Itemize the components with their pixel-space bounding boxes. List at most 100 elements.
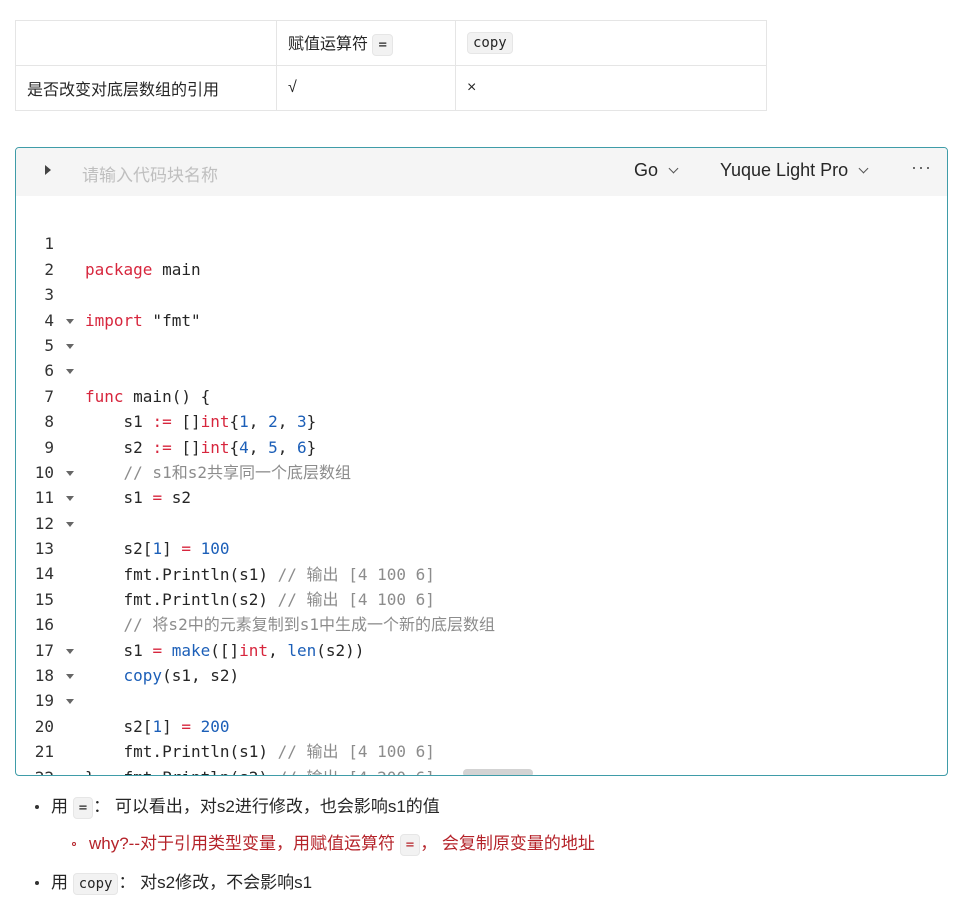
operator-token: = <box>152 488 163 508</box>
note-text: 用 <box>51 797 68 816</box>
inline-code: copy <box>72 873 119 895</box>
code-token: main <box>152 259 201 279</box>
code-line: 1 package main <box>16 206 200 278</box>
code-token: , <box>277 412 297 432</box>
horizontal-scrollbar[interactable] <box>463 769 533 775</box>
operator-token: = <box>181 539 191 559</box>
table-cell[interactable] <box>15 20 277 66</box>
code-token: , <box>248 412 269 432</box>
cell-value: √ <box>288 79 297 96</box>
code-token: fmt.Println(s1) <box>85 742 278 762</box>
comment-token: // 输出 [4 100 6] <box>277 742 435 762</box>
code-block-header: 请输入代码块名称 Go Yuque Light Pro ··· <box>16 148 947 196</box>
code-token: { <box>229 412 240 432</box>
type-token: int <box>200 412 230 432</box>
code-token: s2[ <box>85 539 153 559</box>
code-line: 15 // 将s2中的元素复制到s1中生成一个新的底层数组 <box>16 561 495 634</box>
table-cell[interactable]: 是否改变对底层数组的引用 <box>15 65 277 111</box>
fold-arrow-icon[interactable] <box>66 470 74 476</box>
operator-token: := <box>152 412 172 432</box>
table-cell[interactable]: copy <box>455 20 767 66</box>
code-token: fmt.Println(s2) <box>85 768 278 775</box>
code-line: 7 s2 := []int{4, 5, 6} <box>16 358 316 457</box>
code-token: ] <box>162 539 182 559</box>
fold-arrow-icon[interactable] <box>66 369 74 375</box>
code-token: , <box>268 640 288 660</box>
table-cell[interactable]: √ <box>276 65 456 111</box>
number-token: 4 <box>239 437 249 457</box>
fold-arrow-icon[interactable] <box>66 521 74 527</box>
operator-token: := <box>152 437 172 457</box>
code-line: 14 <box>16 536 93 583</box>
code-token: [] <box>171 412 201 432</box>
number-token: 3 <box>296 412 307 432</box>
header-assign-label: 赋值运算符 <box>288 36 369 53</box>
bullet-dot-icon <box>35 805 39 809</box>
code-line: 5 func main() { <box>16 308 210 406</box>
list-item: 用 =： 可以看出，对s2进行修改，也会影响s1的值 <box>51 795 440 819</box>
fold-arrow-icon[interactable] <box>66 674 74 680</box>
table-row: 是否改变对底层数组的引用 √ × <box>15 65 767 111</box>
code-token: s1 <box>85 412 153 432</box>
fold-arrow-icon[interactable] <box>66 496 74 502</box>
number-token: 1 <box>152 716 163 736</box>
code-line: 9 // s1和s2共享同一个底层数组 <box>16 409 351 482</box>
builtin-token: make <box>171 640 211 660</box>
inline-code: copy <box>467 32 513 54</box>
theme-select[interactable]: Yuque Light Pro <box>720 160 869 181</box>
code-token: s2 <box>162 488 191 508</box>
code-line: 20 fmt.Println(s2) // 输出 [4 200 6] <box>16 688 435 775</box>
theme-label: Yuque Light Pro <box>720 160 849 180</box>
code-line: 2 <box>16 231 93 279</box>
code-token: } <box>306 437 317 457</box>
chevron-down-icon <box>858 163 869 174</box>
fold-arrow-icon[interactable] <box>66 318 74 324</box>
table-cell[interactable]: × <box>455 65 767 111</box>
code-token: [] <box>171 437 201 457</box>
code-line: 12 fmt.Println(s1) // 输出 [4 100 6] <box>16 485 435 584</box>
code-block: 请输入代码块名称 Go Yuque Light Pro ··· 1 packag… <box>15 147 948 776</box>
code-token: fmt.Println(s1) <box>85 564 278 584</box>
code-line: 17 copy(s1, s2) <box>16 612 239 685</box>
code-token: s1 <box>85 640 153 660</box>
code-line: 16 s1 = make([]int, len(s2)) <box>16 587 365 659</box>
fold-arrow-icon[interactable] <box>66 648 74 654</box>
code-token: s2 <box>85 437 153 457</box>
builtin-token: copy <box>123 666 163 686</box>
code-token: main() { <box>123 386 211 406</box>
chevron-down-icon <box>668 163 679 174</box>
fold-arrow-icon[interactable] <box>66 699 74 705</box>
code-line: 10 s1 = s2 <box>16 435 191 507</box>
table-header-row: 赋值运算符 = copy <box>15 20 767 66</box>
type-token: int <box>200 437 230 457</box>
caret-right-icon[interactable] <box>45 165 51 175</box>
inline-code: = <box>372 34 393 56</box>
list-item: 用 copy： 对s2修改，不会影响s1 <box>51 871 312 895</box>
comment-token: // 将s2中的元素复制到s1中生成一个新的底层数组 <box>85 615 495 635</box>
fold-arrow-icon[interactable] <box>66 343 74 349</box>
code-block-name-input[interactable]: 请输入代码块名称 <box>82 161 218 186</box>
number-token: 6 <box>296 437 307 457</box>
comment-token: // 输出 [4 100 6] <box>277 589 435 609</box>
code-editor[interactable]: 1 package main 2 3 import "fmt" 4 5 func… <box>16 206 495 775</box>
note-text: ： 对s2修改，不会影响s1 <box>118 873 313 892</box>
code-line: 18 s2[1] = 200 <box>16 638 230 736</box>
code-line: 19 fmt.Println(s1) // 输出 [4 100 6] <box>16 663 435 761</box>
more-icon[interactable]: ··· <box>911 157 932 178</box>
code-token: "fmt" <box>142 310 201 330</box>
code-line: 22 <box>16 739 93 775</box>
language-select[interactable]: Go <box>634 160 679 181</box>
table-cell[interactable]: 赋值运算符 = <box>276 20 456 66</box>
code-token: (s2)) <box>316 640 365 660</box>
code-line: 8 <box>16 384 93 431</box>
code-line: 4 <box>16 282 93 330</box>
code-token: fmt.Println(s2) <box>85 589 278 609</box>
row-label: 是否改变对底层数组的引用 <box>27 82 220 99</box>
comment-token: // 输出 [4 200 6] <box>278 768 435 775</box>
operator-token: = <box>152 640 163 660</box>
code-line: 21 } <box>16 714 95 775</box>
bullet-dot-icon <box>35 881 39 885</box>
